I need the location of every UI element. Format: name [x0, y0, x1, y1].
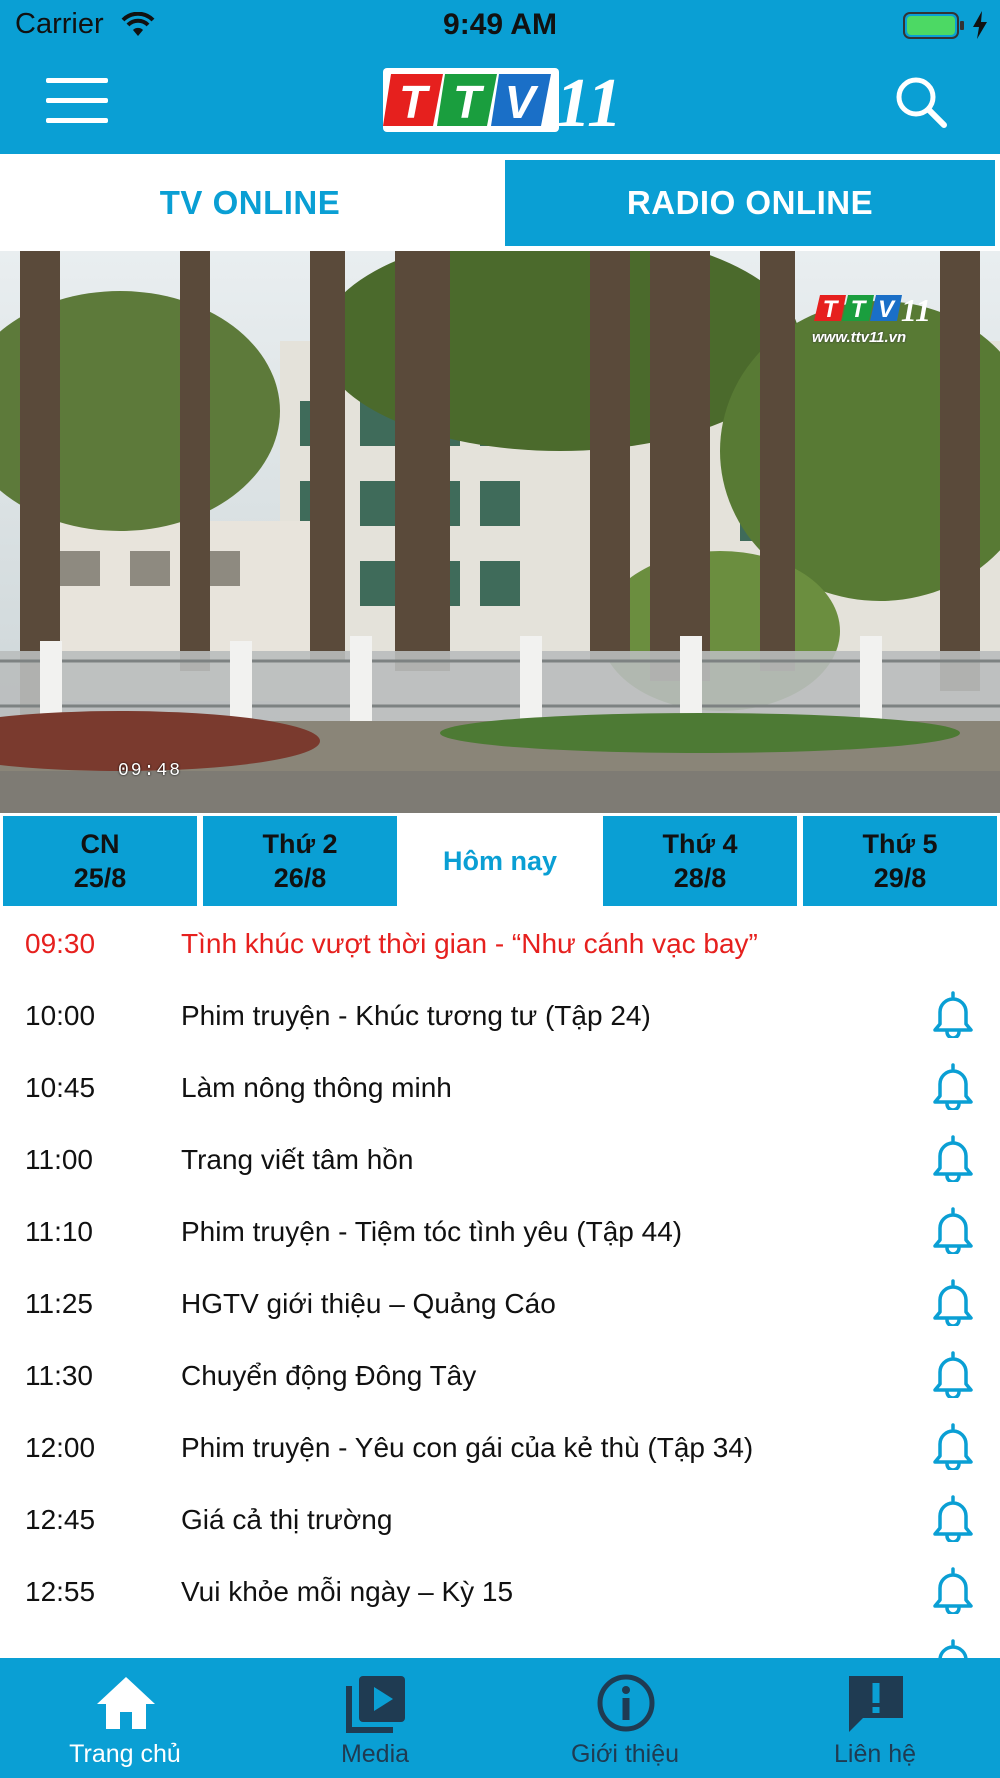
program-title: HGTV giới thiệu – Quảng Cáo — [181, 1288, 556, 1319]
day-tab-monday[interactable]: Thứ 2 26/8 — [203, 816, 397, 906]
schedule-row[interactable]: 11:30 Chuyển động Đông Tây — [0, 1342, 1000, 1414]
schedule-row[interactable]: 11:25 HGTV giới thiệu – Quảng Cáo — [0, 1270, 1000, 1342]
program-title: Chuyển động Đông Tây — [181, 1360, 477, 1391]
svg-text:T: T — [453, 76, 485, 128]
program-time: 12:45 — [25, 1504, 96, 1535]
program-time: 12:55 — [25, 1576, 96, 1607]
bell-icon[interactable] — [931, 1206, 975, 1254]
schedule-row-partial[interactable] — [0, 1630, 1000, 1658]
tab-tv-online[interactable]: TV ONLINE — [0, 160, 500, 246]
contact-alert-icon — [849, 1676, 903, 1732]
bell-icon[interactable] — [931, 1422, 975, 1470]
nav-media[interactable]: Media — [250, 1658, 500, 1778]
program-title: Phim truyện - Tiệm tóc tình yêu (Tập 44) — [181, 1216, 683, 1247]
svg-text:V: V — [505, 76, 539, 128]
day-tab-wednesday[interactable]: Thứ 4 28/8 — [603, 816, 797, 906]
svg-text:T: T — [823, 296, 840, 323]
program-time: 09:30 — [25, 928, 96, 959]
status-bar: Carrier 9:49 AM — [0, 0, 1000, 52]
day-name: Thứ 2 — [262, 829, 338, 859]
bell-icon[interactable] — [931, 1566, 975, 1614]
app-header: Carrier 9:49 AM T T V 11 — [0, 0, 1000, 154]
schedule-row[interactable]: 12:55 Vui khỏe mỗi ngày – Kỳ 15 — [0, 1558, 1000, 1630]
nav-about[interactable]: Giới thiệu — [500, 1658, 750, 1778]
nav-media-label: Media — [340, 1740, 410, 1768]
program-time: 11:30 — [25, 1360, 93, 1391]
nav-about-label: Giới thiệu — [570, 1740, 680, 1768]
nav-home[interactable]: Trang chủ — [0, 1658, 250, 1778]
program-title: Phim truyện - Khúc tương tư (Tập 24) — [181, 1000, 651, 1031]
schedule-row[interactable]: 11:00 Trang viết tâm hồn — [0, 1126, 1000, 1198]
day-name: Hôm nay — [442, 846, 558, 876]
day-date: 29/8 — [873, 863, 927, 893]
tab-radio-online[interactable]: RADIO ONLINE — [505, 160, 995, 246]
schedule-row[interactable]: 12:45 Giá cả thị trường — [0, 1486, 1000, 1558]
day-date: 26/8 — [273, 863, 327, 893]
program-title: Phim truyện - Yêu con gái của kẻ thù (Tậ… — [181, 1432, 754, 1463]
bell-icon[interactable] — [931, 990, 975, 1038]
svg-text:11: 11 — [901, 292, 931, 328]
video-timestamp: 09:48 — [118, 761, 183, 781]
channel-tabs: TV ONLINE RADIO ONLINE — [0, 154, 1000, 250]
charging-icon — [973, 11, 987, 39]
svg-text:11: 11 — [556, 68, 619, 134]
info-icon — [597, 1674, 655, 1732]
program-time: 12:00 — [25, 1432, 96, 1463]
program-schedule: 09:30 Tình khúc vượt thời gian - “Như cá… — [0, 910, 1000, 1658]
day-date: 28/8 — [673, 863, 727, 893]
svg-text:T: T — [399, 76, 431, 128]
program-title: Tình khúc vượt thời gian - “Như cánh vạc… — [181, 928, 758, 959]
home-icon — [97, 1677, 155, 1729]
media-play-icon — [346, 1676, 405, 1733]
svg-text:T: T — [851, 296, 868, 323]
ttv11-logo: T T V 11 — [383, 68, 619, 134]
day-date: 25/8 — [73, 863, 127, 893]
status-time: 9:49 AM — [443, 8, 557, 41]
schedule-row-current[interactable]: 09:30 Tình khúc vượt thời gian - “Như cá… — [0, 910, 1000, 982]
bell-icon[interactable] — [931, 1278, 975, 1326]
bell-icon[interactable] — [931, 1638, 975, 1658]
day-name: Thứ 4 — [662, 829, 738, 859]
program-title: Trang viết tâm hồn — [181, 1144, 414, 1175]
program-time: 10:00 — [25, 1000, 96, 1031]
schedule-row[interactable]: 11:10 Phim truyện - Tiệm tóc tình yêu (T… — [0, 1198, 1000, 1270]
schedule-row[interactable]: 12:00 Phim truyện - Yêu con gái của kẻ t… — [0, 1414, 1000, 1486]
svg-text:V: V — [878, 296, 896, 323]
nav-home-label: Trang chủ — [69, 1740, 181, 1768]
bell-icon[interactable] — [931, 1134, 975, 1182]
nav-contact-label: Liên hệ — [833, 1740, 917, 1768]
schedule-row[interactable]: 10:00 Phim truyện - Khúc tương tư (Tập 2… — [0, 982, 1000, 1054]
day-selector: CN 25/8 Thứ 2 26/8 Hôm nay Thứ 4 28/8 Th… — [0, 814, 1000, 908]
search-icon[interactable] — [893, 74, 949, 130]
day-tab-sunday[interactable]: CN 25/8 — [3, 816, 197, 906]
program-time: 10:45 — [25, 1072, 96, 1103]
day-name: Thứ 5 — [862, 829, 938, 859]
day-tab-today[interactable]: Hôm nay — [403, 816, 597, 906]
program-title: Làm nông thông minh — [181, 1072, 452, 1103]
bell-icon[interactable] — [931, 1062, 975, 1110]
program-time: 11:25 — [25, 1288, 93, 1319]
menu-button[interactable] — [46, 78, 110, 126]
watermark-url: www.ttv11.vn — [812, 329, 907, 346]
day-name: CN — [80, 829, 120, 859]
day-tab-thursday[interactable]: Thứ 5 29/8 — [803, 816, 997, 906]
program-title: Giá cả thị trường — [181, 1504, 393, 1535]
program-time: 11:10 — [25, 1216, 93, 1247]
bell-icon[interactable] — [931, 1350, 975, 1398]
nav-contact[interactable]: Liên hệ — [750, 1658, 1000, 1778]
battery-icon — [903, 12, 964, 39]
program-time: 11:00 — [25, 1144, 93, 1175]
video-player[interactable]: T T V 11 www.ttv11.vn 09:48 — [0, 251, 1000, 813]
bell-icon[interactable] — [931, 1494, 975, 1542]
program-title: Vui khỏe mỗi ngày – Kỳ 15 — [181, 1576, 514, 1607]
bottom-navigation: Trang chủ Media Giới thiệu Liên hệ — [0, 1658, 1000, 1778]
schedule-row[interactable]: 10:45 Làm nông thông minh — [0, 1054, 1000, 1126]
